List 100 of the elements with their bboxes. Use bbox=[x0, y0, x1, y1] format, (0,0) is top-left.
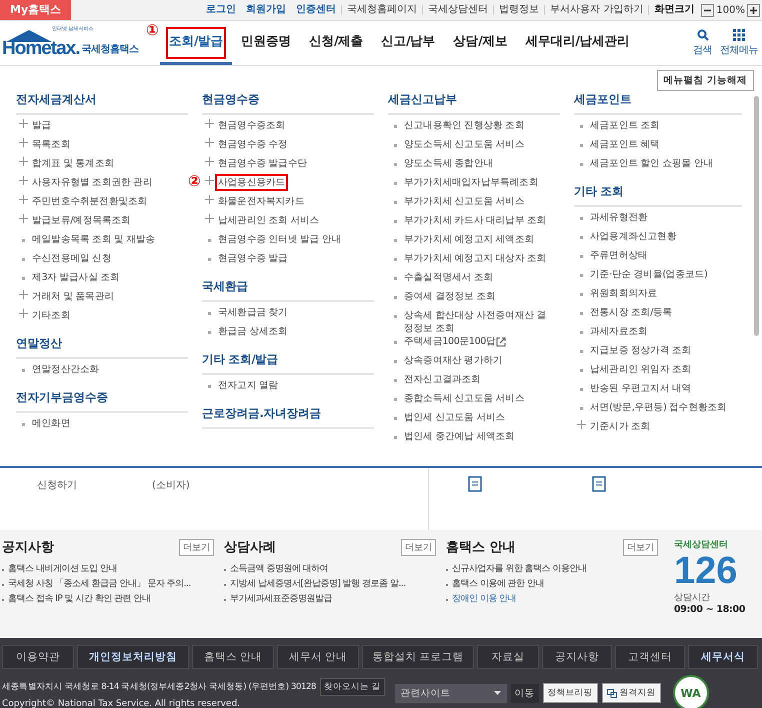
menu-link[interactable]: 현금영수증조회 bbox=[217, 119, 286, 132]
footer-link[interactable]: 자료실 bbox=[477, 645, 539, 669]
menu-link[interactable]: 현금영수증 인터넷 발급 안내 bbox=[217, 233, 342, 246]
scrollbar[interactable] bbox=[754, 96, 759, 336]
menu-link[interactable]: 사업용신용카드 bbox=[217, 176, 286, 189]
board-link[interactable]: 홈택스 접속 IP 및 시간 확인 관련 안내 bbox=[8, 592, 151, 607]
menu-link[interactable]: 전통시장 조회/등록 bbox=[589, 306, 674, 319]
footer-link[interactable]: 고객센터 bbox=[615, 645, 685, 669]
related-sites-select[interactable]: 관련사이트 bbox=[394, 684, 507, 702]
menu-link[interactable]: 양도소득세 신고도움 서비스 bbox=[403, 138, 526, 151]
menu-link[interactable]: 세금포인트 혜택 bbox=[589, 138, 661, 151]
board-link[interactable]: 장애인 이용 안내 bbox=[452, 592, 516, 607]
menu-link[interactable]: 주택세금100문100답 bbox=[403, 335, 496, 348]
document-icon[interactable] bbox=[468, 476, 482, 492]
service-label[interactable]: 신청하기 bbox=[22, 478, 92, 530]
more-button[interactable]: 더보기 bbox=[401, 538, 436, 556]
menu-link[interactable]: 세금포인트 할인 쇼핑몰 안내 bbox=[589, 157, 714, 170]
footer-link[interactable]: 공지사항 bbox=[542, 645, 612, 669]
menu-link[interactable]: 현금영수증 수정 bbox=[217, 138, 289, 151]
top-link[interactable]: 로그인 bbox=[201, 5, 242, 15]
service-label[interactable]: (소비자) bbox=[152, 478, 190, 530]
top-link[interactable]: 회원가입 bbox=[241, 5, 292, 15]
go-button[interactable]: 이동 bbox=[510, 684, 539, 702]
board-link[interactable]: 지방세 납세증명서[완납증명] 발행 경로좀 알... bbox=[230, 577, 406, 592]
zoom-out-icon[interactable] bbox=[701, 4, 714, 16]
menu-link[interactable]: 서면(방문,우편등) 접수현황조회 bbox=[589, 401, 728, 414]
menu-link[interactable]: 과세자료조회 bbox=[589, 325, 649, 338]
zoom-in-icon[interactable] bbox=[747, 4, 760, 16]
footer-link[interactable]: 세무서식 bbox=[688, 645, 758, 669]
menu-link[interactable]: 목록조회 bbox=[31, 138, 72, 151]
menu-link[interactable]: 주류면허상태 bbox=[589, 249, 649, 262]
top-link[interactable]: 국세상담센터 bbox=[422, 5, 494, 15]
nav-tab[interactable]: 조회/발급 bbox=[160, 21, 232, 65]
menu-link[interactable]: 양도소득세 종합안내 bbox=[403, 157, 494, 170]
menu-link[interactable]: 신고내용확인 진행상황 조회 bbox=[403, 119, 526, 132]
board-link[interactable]: 홈택스 내비게이션 도입 안내 bbox=[8, 562, 118, 577]
logo-wordmark[interactable]: Hometax. bbox=[2, 38, 80, 60]
menu-link[interactable]: 부가가치세 예정고지 세액조회 bbox=[403, 233, 536, 246]
directions-button[interactable]: 찾아오시는 길 bbox=[320, 678, 385, 696]
menu-link[interactable]: 거래처 및 품목관리 bbox=[31, 290, 116, 303]
menu-link[interactable]: 사용자유형별 조회권한 관리 bbox=[31, 176, 154, 189]
menu-link[interactable]: 합계표 및 통계조회 bbox=[31, 157, 116, 170]
menu-link[interactable]: 위원회회의자료 bbox=[589, 287, 658, 300]
menu-link[interactable]: 환급금 상세조회 bbox=[217, 325, 289, 338]
menu-link[interactable]: 상속증여재산 평가하기 bbox=[403, 354, 504, 367]
menu-link[interactable]: 종합소득세 신고도움 서비스 bbox=[403, 392, 526, 405]
board-link[interactable]: 소득금액 증명원에 대하여 bbox=[230, 562, 328, 577]
remote-support-button[interactable]: 원격지원 bbox=[602, 683, 661, 703]
top-link[interactable]: 부서사용자 가입하기 bbox=[544, 5, 648, 15]
menu-link[interactable]: 증여세 결정정보 조회 bbox=[403, 290, 497, 303]
board-link[interactable]: 신규사업자를 위한 홈택스 이용안내 bbox=[452, 562, 587, 577]
menu-link[interactable]: 제3자 발급사실 조회 bbox=[31, 271, 121, 284]
my-hometax-tab[interactable]: My홈택스 bbox=[0, 0, 72, 20]
nav-tab[interactable]: 민원증명 bbox=[232, 21, 300, 65]
menu-link[interactable]: 부가가치세 카드사 대리납부 조회 bbox=[403, 214, 548, 227]
menu-link[interactable]: 법인세 중간예납 세액조회 bbox=[403, 430, 516, 443]
search-button[interactable]: 검색 bbox=[693, 29, 712, 57]
menu-link[interactable]: 메일발송목록 조회 및 재발송 bbox=[31, 233, 156, 246]
nav-tab[interactable]: 상담/제보 bbox=[444, 21, 516, 65]
footer-link[interactable]: 이용약관 bbox=[2, 645, 74, 669]
menu-link[interactable]: 전자신고결과조회 bbox=[403, 373, 482, 386]
board-link[interactable]: 국세청 사칭 「종소세 환급금 안내」 문자 주의... bbox=[8, 577, 191, 592]
menu-expand-toggle-button[interactable]: 메뉴펼침 기능해제 bbox=[656, 70, 754, 91]
menu-link[interactable]: 메인화면 bbox=[31, 417, 72, 430]
menu-link[interactable]: 납세관리인 조회 서비스 bbox=[217, 214, 320, 227]
nav-tab[interactable]: 신청/제출 bbox=[300, 21, 372, 65]
board-link[interactable]: 부가세과세표준증명원발급 bbox=[230, 592, 332, 607]
menu-link[interactable]: 기준시가 조회 bbox=[589, 420, 652, 433]
nav-tab[interactable]: 신고/납부 bbox=[372, 21, 444, 65]
menu-link[interactable]: 부가가치세 신고도움 서비스 bbox=[403, 195, 526, 208]
menu-link[interactable]: 전자고지 열람 bbox=[217, 379, 280, 392]
top-link[interactable]: 법령정보 bbox=[493, 5, 544, 15]
menu-link[interactable]: 지급보증 정상가격 조회 bbox=[589, 344, 692, 357]
menu-link[interactable]: 사업용계좌신고현황 bbox=[589, 230, 678, 243]
menu-link[interactable]: 납세관리인 위임자 조회 bbox=[589, 363, 692, 376]
footer-link[interactable]: 홈택스 안내 bbox=[192, 645, 274, 669]
menu-link[interactable]: 발급보류/예정목록조회 bbox=[31, 214, 132, 227]
menu-link[interactable]: 세금포인트 조회 bbox=[589, 119, 661, 132]
menu-link[interactable]: 발급 bbox=[31, 119, 52, 132]
all-menu-button[interactable]: 전체메뉴 bbox=[720, 29, 758, 57]
policy-briefing-button[interactable]: 정책브리핑 bbox=[542, 683, 598, 703]
menu-link[interactable]: 부가가치세매입자납부특례조회 bbox=[403, 176, 540, 189]
menu-link[interactable]: 화물운전자복지카드 bbox=[217, 195, 306, 208]
menu-link[interactable]: 현금영수증 발급 bbox=[217, 252, 289, 265]
menu-link[interactable]: 국세환급금 찾기 bbox=[217, 306, 289, 319]
menu-link[interactable]: 수출실적명세서 조회 bbox=[403, 271, 494, 284]
menu-link[interactable]: 법인세 신고도움 서비스 bbox=[403, 411, 506, 424]
board-link[interactable]: 홈택스 이용에 관한 안내 bbox=[452, 577, 544, 592]
menu-link[interactable]: 연말정산간소화 bbox=[31, 363, 100, 376]
nav-tab[interactable]: 세무대리/납세관리 bbox=[516, 21, 638, 65]
footer-link[interactable]: 통합설치 프로그램 bbox=[362, 645, 474, 669]
document-icon[interactable] bbox=[592, 476, 606, 492]
menu-link[interactable]: 반송된 우편고지서 내역 bbox=[589, 382, 692, 395]
menu-link[interactable]: 주민번호수취분전환및조회 bbox=[31, 195, 148, 208]
menu-link[interactable]: 현금영수증 발급수단 bbox=[217, 157, 308, 170]
menu-link[interactable]: 부가가치세 예정고지 대상자 조회 bbox=[403, 252, 548, 265]
footer-link[interactable]: 세무서 안내 bbox=[277, 645, 359, 669]
more-button[interactable]: 더보기 bbox=[179, 538, 214, 556]
menu-link[interactable]: 과세유형전환 bbox=[589, 211, 649, 224]
top-link[interactable]: 국세청홈페이지 bbox=[341, 5, 422, 15]
